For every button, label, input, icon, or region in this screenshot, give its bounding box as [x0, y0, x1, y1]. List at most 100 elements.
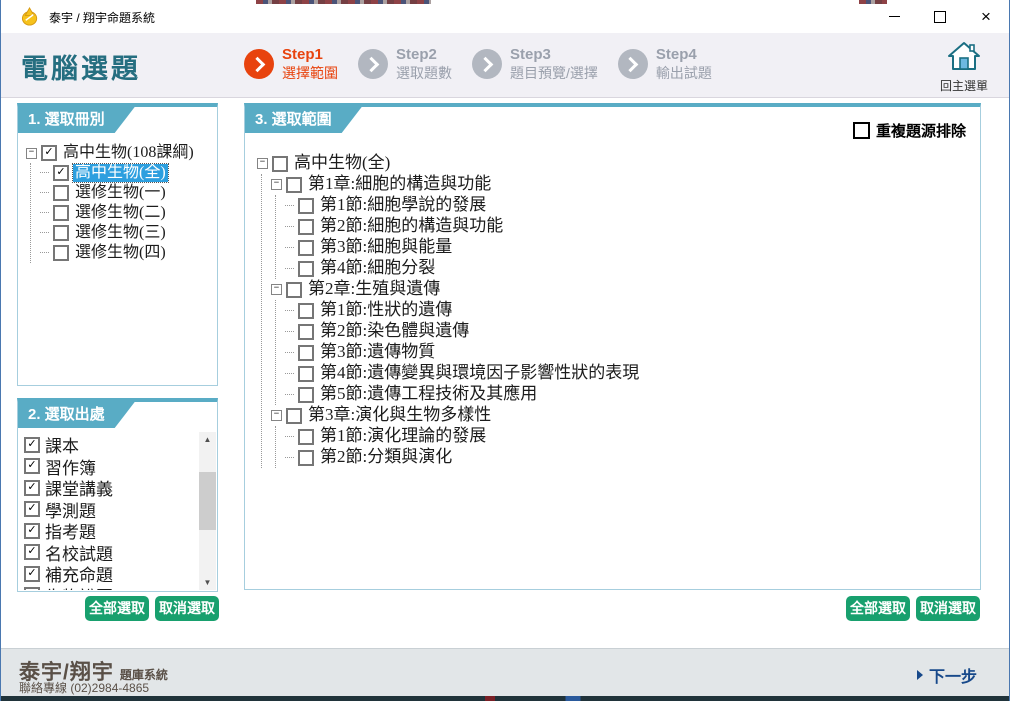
tree-row[interactable]: 第1節:細胞學說的發展: [285, 195, 641, 216]
checkbox[interactable]: [53, 225, 69, 241]
collapse-icon[interactable]: −: [26, 148, 37, 159]
tree-node-label[interactable]: 高中生物(108課綱): [61, 144, 196, 162]
tree-row[interactable]: 選修生物(三): [40, 223, 196, 243]
checkbox[interactable]: [298, 219, 314, 235]
collapse-icon[interactable]: −: [271, 410, 282, 421]
source-item[interactable]: ✓生物說圖: [24, 585, 197, 591]
scroll-up-icon[interactable]: ▲: [199, 432, 216, 447]
checkbox[interactable]: ✓: [24, 587, 40, 590]
tree-row[interactable]: − 第2章:生殖與遺傳: [271, 279, 641, 300]
select-all-button-scope[interactable]: 全部選取: [846, 596, 910, 621]
deselect-button-scope[interactable]: 取消選取: [916, 596, 980, 621]
tree-node-label[interactable]: 第2章:生殖與遺傳: [306, 280, 442, 299]
source-item[interactable]: ✓課堂講義: [24, 477, 197, 499]
checkbox[interactable]: ✓: [53, 165, 69, 181]
tree-node-label[interactable]: 選修生物(四): [73, 244, 168, 262]
source-item[interactable]: ✓習作簿: [24, 456, 197, 478]
tree-row[interactable]: 第2節:染色體與遺傳: [285, 321, 641, 342]
checkbox[interactable]: [53, 185, 69, 201]
tree-node-label[interactable]: 選修生物(二): [73, 204, 168, 222]
checkbox[interactable]: ✓: [41, 145, 57, 161]
dedupe-checkbox-group[interactable]: 重複題源排除: [853, 120, 966, 141]
tree-node-label[interactable]: 第3章:演化與生物多樣性: [306, 406, 493, 425]
tree-node-label[interactable]: 第2節:細胞的構造與功能: [318, 217, 505, 236]
checkbox[interactable]: [298, 261, 314, 277]
tree-row[interactable]: − 高中生物(全): [257, 153, 641, 174]
tree-row[interactable]: − 第1章:細胞的構造與功能: [271, 174, 641, 195]
tree-row[interactable]: 第2節:細胞的構造與功能: [285, 216, 641, 237]
source-item[interactable]: ✓學測題: [24, 499, 197, 521]
tree-row[interactable]: 第5節:遺傳工程技術及其應用: [285, 384, 641, 405]
tree-row[interactable]: 選修生物(四): [40, 243, 196, 263]
minimize-button[interactable]: [871, 0, 917, 33]
checkbox[interactable]: [53, 245, 69, 261]
checkbox[interactable]: [298, 429, 314, 445]
scroll-thumb[interactable]: [199, 472, 216, 530]
tree-row[interactable]: 第3節:遺傳物質: [285, 342, 641, 363]
tree-node-label[interactable]: 第4節:細胞分裂: [318, 259, 437, 278]
tree-row[interactable]: ✓高中生物(全): [40, 163, 196, 183]
checkbox[interactable]: ✓: [24, 544, 40, 560]
checkbox[interactable]: [298, 345, 314, 361]
source-item[interactable]: ✓名校試題: [24, 542, 197, 564]
source-item[interactable]: ✓課本: [24, 434, 197, 456]
tree-row[interactable]: − 第3章:演化與生物多樣性: [271, 405, 641, 426]
scroll-down-icon[interactable]: ▼: [199, 575, 216, 590]
step-step1[interactable]: Step1選擇範圍: [244, 46, 338, 82]
checkbox[interactable]: [286, 177, 302, 193]
checkbox[interactable]: [298, 240, 314, 256]
maximize-button[interactable]: [917, 0, 963, 33]
checkbox[interactable]: ✓: [24, 480, 40, 496]
step-step2[interactable]: Step2選取題數: [358, 46, 452, 82]
checkbox[interactable]: [286, 282, 302, 298]
checkbox[interactable]: [286, 408, 302, 424]
tree-node-label[interactable]: 第2節:染色體與遺傳: [318, 322, 471, 341]
checkbox[interactable]: ✓: [24, 437, 40, 453]
tree-row[interactable]: 選修生物(一): [40, 183, 196, 203]
tree-row[interactable]: 第3節:細胞與能量: [285, 237, 641, 258]
checkbox[interactable]: ✓: [24, 523, 40, 539]
checkbox[interactable]: [298, 303, 314, 319]
close-button[interactable]: ×: [963, 0, 1009, 33]
checkbox[interactable]: [53, 205, 69, 221]
tree-node-label[interactable]: 選修生物(三): [73, 224, 168, 242]
step-step3[interactable]: Step3題目預覽/選擇: [472, 46, 598, 82]
tree-node-label[interactable]: 高中生物(全): [73, 164, 168, 182]
tree-row[interactable]: 第4節:細胞分裂: [285, 258, 641, 279]
tree-node-label[interactable]: 第4節:遺傳變異與環境因子影響性狀的表現: [318, 364, 641, 383]
tree-node-label[interactable]: 第1章:細胞的構造與功能: [306, 175, 493, 194]
tree-node-label[interactable]: 第1節:性狀的遺傳: [318, 301, 454, 320]
checkbox[interactable]: [272, 156, 288, 172]
collapse-icon[interactable]: −: [257, 158, 268, 169]
tree-row[interactable]: 第1節:演化理論的發展: [285, 426, 641, 447]
home-button[interactable]: 回主選單: [933, 41, 995, 94]
tree-row[interactable]: 第4節:遺傳變異與環境因子影響性狀的表現: [285, 363, 641, 384]
scrollbar[interactable]: ▲ ▼: [199, 432, 216, 590]
tree-node-label[interactable]: 第5節:遺傳工程技術及其應用: [318, 385, 539, 404]
checkbox[interactable]: ✓: [24, 566, 40, 582]
select-all-button-sources[interactable]: 全部選取: [85, 596, 149, 621]
tree-row[interactable]: −✓高中生物(108課綱): [26, 143, 196, 163]
tree-node-label[interactable]: 第2節:分類與演化: [318, 448, 454, 467]
collapse-icon[interactable]: −: [271, 179, 282, 190]
deselect-button-sources[interactable]: 取消選取: [155, 596, 219, 621]
tree-row[interactable]: 第1節:性狀的遺傳: [285, 300, 641, 321]
collapse-icon[interactable]: −: [271, 284, 282, 295]
tree-node-label[interactable]: 第3節:細胞與能量: [318, 238, 454, 257]
tree-row[interactable]: 選修生物(二): [40, 203, 196, 223]
checkbox[interactable]: [298, 387, 314, 403]
next-step-button[interactable]: 下一步: [917, 663, 977, 687]
source-item[interactable]: ✓補充命題: [24, 563, 197, 585]
checkbox[interactable]: [298, 324, 314, 340]
tree-node-label[interactable]: 第1節:演化理論的發展: [318, 427, 488, 446]
tree-node-label[interactable]: 高中生物(全): [292, 154, 392, 173]
checkbox[interactable]: [853, 122, 870, 139]
checkbox[interactable]: ✓: [24, 501, 40, 517]
checkbox[interactable]: [298, 198, 314, 214]
tree-row[interactable]: 第2節:分類與演化: [285, 447, 641, 468]
checkbox[interactable]: ✓: [24, 458, 40, 474]
tree-node-label[interactable]: 第1節:細胞學說的發展: [318, 196, 488, 215]
tree-node-label[interactable]: 第3節:遺傳物質: [318, 343, 437, 362]
tree-node-label[interactable]: 選修生物(一): [73, 184, 168, 202]
checkbox[interactable]: [298, 366, 314, 382]
